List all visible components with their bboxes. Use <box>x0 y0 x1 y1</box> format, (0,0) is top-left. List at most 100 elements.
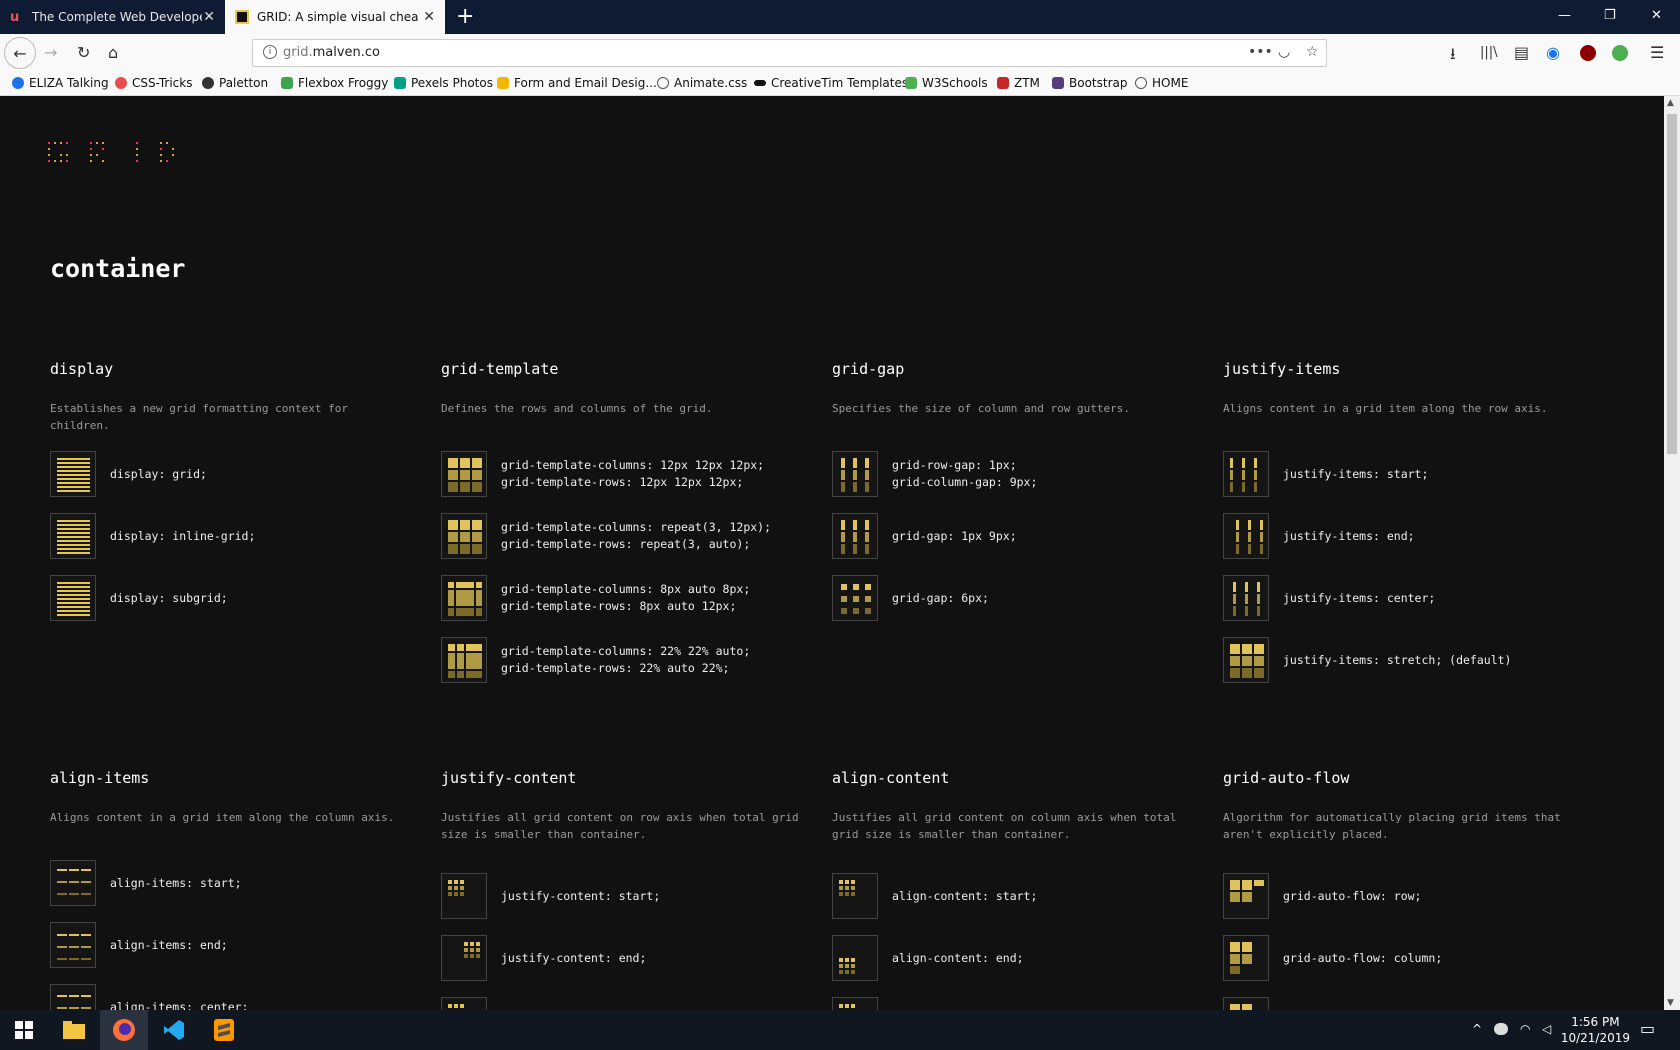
property-title: align-items <box>50 769 150 787</box>
grid-diagram-icon <box>1223 637 1269 683</box>
extension-icon[interactable] <box>1612 45 1628 61</box>
logo-dot <box>160 142 162 144</box>
thumb-cell <box>476 590 482 606</box>
scrollbar-thumb[interactable] <box>1667 114 1677 454</box>
ublock-icon[interactable] <box>1580 45 1596 61</box>
thumb-cell <box>472 544 482 554</box>
thumb-cell <box>69 958 79 960</box>
thumb-cell <box>57 881 67 883</box>
example-item: grid-template-columns: 8px auto 8px; gri… <box>441 575 750 621</box>
tab-bar: u The Complete Web Developer i ✕ GRID: A… <box>0 0 1680 34</box>
close-tab-icon[interactable]: ✕ <box>423 9 435 25</box>
tray-chevron-icon[interactable]: ^ <box>1472 1022 1482 1036</box>
system-clock[interactable]: 1:56 PM 10/21/2019 <box>1561 1014 1630 1046</box>
forward-button[interactable]: → <box>44 43 57 62</box>
code-snippet: justify-content: end; <box>501 950 647 965</box>
bookmark-creativetim[interactable]: CreativeTim Templates <box>754 76 908 90</box>
home-button[interactable]: ⌂ <box>108 43 118 62</box>
thumb-cell <box>460 458 470 468</box>
volume-icon[interactable]: ◁ <box>1542 1022 1551 1036</box>
code-snippet: justify-content: start; <box>501 888 661 903</box>
logo-dot <box>48 142 50 144</box>
sync-icon[interactable]: ◉ <box>1546 43 1560 62</box>
back-button[interactable]: ← <box>4 37 36 69</box>
logo-dot <box>136 160 138 162</box>
logo-dot <box>60 154 62 156</box>
thumb-cell <box>1254 656 1264 666</box>
tab-web-developer[interactable]: u The Complete Web Developer i ✕ <box>0 0 225 34</box>
bookmark-home[interactable]: HOME <box>1135 76 1188 90</box>
bookmark-flexbox-froggy[interactable]: Flexbox Froggy <box>281 76 388 90</box>
example-item: display: inline-grid; <box>50 513 255 559</box>
thumb-cell <box>460 544 470 554</box>
bookmark-ztm[interactable]: ZTM <box>997 76 1040 90</box>
downloads-icon[interactable]: ⭳ <box>1450 43 1456 70</box>
thumb-cell <box>448 880 452 884</box>
thumb-cell <box>448 482 458 492</box>
sublime-text-button[interactable] <box>200 1010 248 1050</box>
thumb-cell <box>1245 594 1248 604</box>
page-scrollbar[interactable]: ▲ ▼ <box>1664 96 1680 1010</box>
example-item <box>1223 997 1283 1010</box>
grid-diagram-icon <box>441 513 487 559</box>
example-item: justify-items: end; <box>1223 513 1415 559</box>
bookmark-bootstrap[interactable]: Bootstrap <box>1052 76 1127 90</box>
bookmark-animate-css[interactable]: Animate.css <box>657 76 747 90</box>
grid-diagram-icon <box>50 575 96 621</box>
bookmark-pexels[interactable]: Pexels Photos <box>394 76 493 90</box>
thumb-cell <box>470 948 474 952</box>
bookmark-w3schools[interactable]: W3Schools <box>905 76 988 90</box>
bookmark-eliza[interactable]: ELIZA Talking <box>12 76 109 90</box>
address-bar[interactable]: i grid.malven.co ••• ◡ ☆ <box>252 39 1327 67</box>
thumb-cell <box>841 470 845 480</box>
thumb-cell <box>841 596 847 602</box>
bookmark-form-email[interactable]: Form and Email Desig... <box>497 76 657 90</box>
bookmark-star-icon[interactable]: ☆ <box>1306 44 1319 60</box>
close-window-button[interactable]: ✕ <box>1651 8 1662 23</box>
pocket-icon[interactable]: ◡ <box>1278 44 1290 60</box>
thumb-line <box>57 610 90 612</box>
tab-grid-cheatsheet[interactable]: GRID: A simple visual cheatsheet ✕ <box>225 0 445 34</box>
grid-diagram-icon <box>441 575 487 621</box>
example-item: justify-content: end; <box>441 935 646 981</box>
site-info-icon[interactable]: i <box>263 45 277 59</box>
library-icon[interactable]: |||\ <box>1480 45 1498 60</box>
scroll-up-icon[interactable]: ▲ <box>1667 98 1674 108</box>
thumb-cell <box>1245 582 1248 592</box>
bookmark-paletton[interactable]: Paletton <box>202 76 268 90</box>
thumb-cell <box>1242 482 1245 492</box>
thumb-cell <box>1260 544 1263 554</box>
network-icon[interactable]: ◠ <box>1520 1022 1530 1036</box>
bookmark-favicon-icon <box>997 77 1009 89</box>
thumb-cell <box>448 520 458 530</box>
firefox-button[interactable] <box>100 1010 148 1050</box>
thumb-cell <box>457 644 464 651</box>
windows-logo-icon <box>15 1021 33 1039</box>
menu-icon[interactable]: ☰ <box>1650 43 1664 62</box>
scroll-down-icon[interactable]: ▼ <box>1667 998 1674 1008</box>
thumb-cell <box>853 470 857 480</box>
example-item: align-content: end; <box>832 935 1024 981</box>
bookmark-css-tricks[interactable]: CSS-Tricks <box>115 76 192 90</box>
page-actions-icon[interactable]: ••• <box>1248 44 1273 60</box>
thumb-cell <box>1230 470 1233 480</box>
thumb-line <box>57 544 90 546</box>
thumb-cell <box>57 869 67 871</box>
start-button[interactable] <box>0 1010 48 1050</box>
restore-button[interactable]: ❐ <box>1604 8 1616 23</box>
thumb-cell <box>454 892 458 896</box>
thumb-cell <box>865 596 871 602</box>
sidebar-icon[interactable]: ▤ <box>1514 43 1529 62</box>
minimize-button[interactable]: — <box>1558 8 1571 23</box>
property-title: align-content <box>832 769 950 787</box>
close-tab-icon[interactable]: ✕ <box>203 9 215 25</box>
onedrive-icon[interactable] <box>1494 1023 1508 1035</box>
thumb-cell <box>448 470 458 480</box>
new-tab-button[interactable]: + <box>456 4 474 29</box>
notifications-icon[interactable]: ▭ <box>1640 1019 1655 1038</box>
grid-diagram-icon <box>832 575 878 621</box>
vscode-button[interactable] <box>150 1010 198 1050</box>
example-item: grid-template-columns: 12px 12px 12px; g… <box>441 451 764 497</box>
file-explorer-button[interactable] <box>50 1010 98 1050</box>
reload-button[interactable]: ↻ <box>77 43 90 62</box>
